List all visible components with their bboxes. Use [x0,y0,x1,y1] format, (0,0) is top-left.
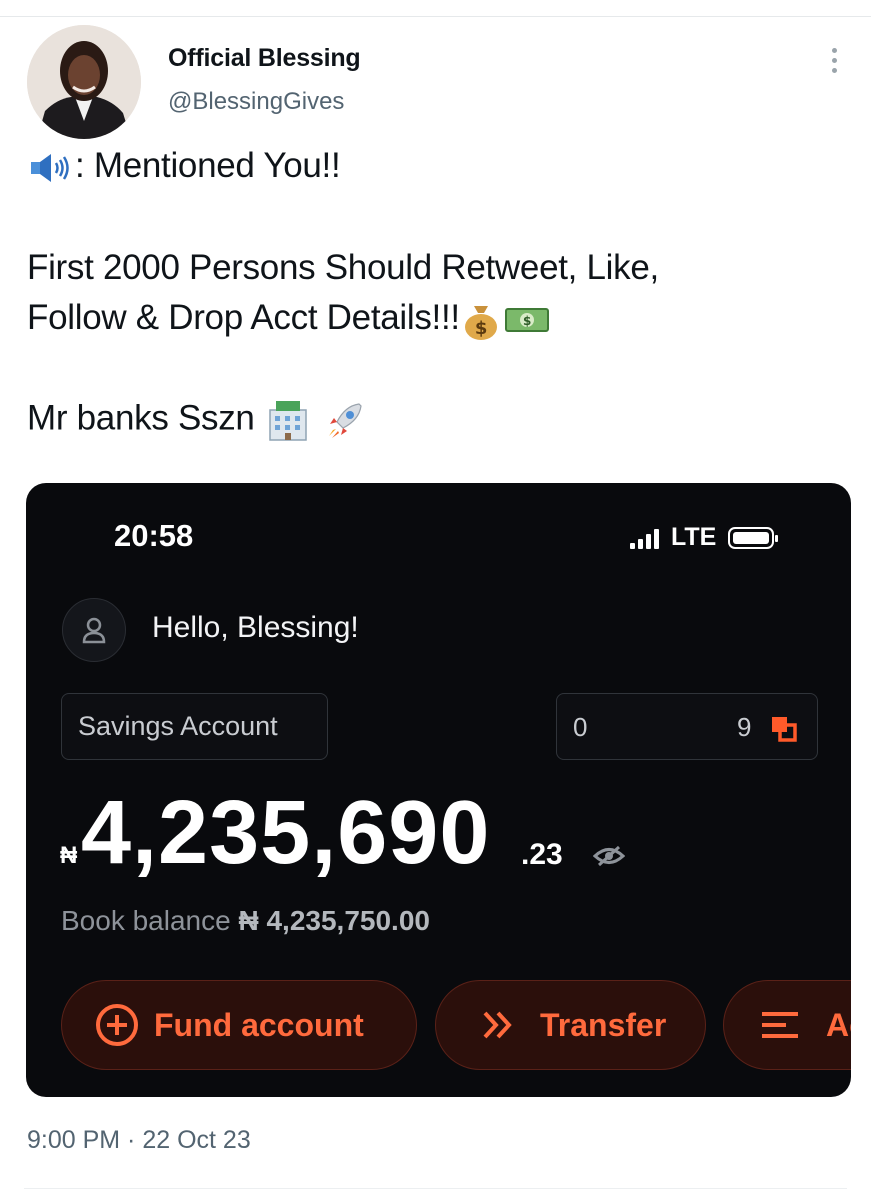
balance-decimal: .23 [521,838,563,871]
avatar[interactable] [27,25,141,139]
more-dot [831,47,837,53]
book-balance-label: Book balance [61,905,231,936]
bank-icon [269,401,307,441]
status-indicators: LTE [630,523,779,552]
fund-account-button[interactable]: Fund account [61,980,417,1070]
top-divider [0,16,871,17]
rocket-icon [329,403,363,438]
currency-symbol: ₦ [60,842,78,869]
greeting: Hello, Blessing! [152,611,359,644]
svg-text:$: $ [523,314,531,328]
status-time: 20:58 [114,518,194,553]
profile-button[interactable] [62,598,126,662]
more-actions-button[interactable]: Ac [723,980,851,1070]
book-balance-value: ₦ 4,235,750.00 [238,905,430,936]
network-label: LTE [671,523,717,551]
tweet-line-3-text: Follow & Drop Acct Details!!! [27,298,460,337]
tweet-line-2: First 2000 Persons Should Retweet, Like, [27,248,659,287]
account-number-box[interactable]: 0 9 [556,693,818,760]
transfer-button[interactable]: Transfer [435,980,706,1070]
user-icon [82,617,106,644]
list-icon [762,1012,798,1038]
dollar-bill-icon: $ [504,307,549,332]
tweet-line-4-text: Mr banks Sszn [27,398,255,438]
author-handle[interactable]: @BlessingGives [168,88,344,116]
author-name[interactable]: Official Blessing [168,44,361,73]
phone-screenshot[interactable]: 20:58 LTE Hello, Blessing! Savings Accou… [26,483,851,1097]
tweet-line-1-text: : Mentioned You!! [75,146,341,185]
transfer-label: Transfer [540,1006,667,1043]
plus-circle-icon [96,1004,138,1046]
svg-text:$: $ [475,318,487,339]
eye-icon[interactable] [593,845,625,867]
bottom-divider [24,1188,847,1189]
more-actions-label: Ac [826,1006,851,1043]
more-dot [831,67,837,73]
signal-icon [630,527,659,549]
battery-icon [728,526,779,549]
tweet-line-3: Follow & Drop Acct Details!!! $ $ [27,298,552,340]
copy-icon[interactable] [769,714,799,744]
account-type-selector[interactable]: Savings Account [61,693,328,760]
tweet-line-4: Mr banks Sszn [27,398,369,442]
money-bag-icon: $ [464,305,497,340]
speaker-icon [31,153,69,182]
balance-amount: 4,235,690 [81,783,491,883]
tweet-line-mention: : Mentioned You!! [27,146,341,186]
account-number-end: 9 [737,712,752,742]
more-dot [831,57,837,63]
book-balance: Book balance ₦ 4,235,750.00 [61,905,430,937]
account-number-start: 0 [573,712,588,742]
double-chevron-icon [483,1011,512,1039]
tweet-timestamp[interactable]: 9:00 PM · 22 Oct 23 [27,1126,251,1155]
avatar-photo [27,25,141,139]
more-options-button[interactable] [822,40,846,80]
fund-account-label: Fund account [154,1006,364,1043]
account-type-label: Savings Account [78,711,278,741]
